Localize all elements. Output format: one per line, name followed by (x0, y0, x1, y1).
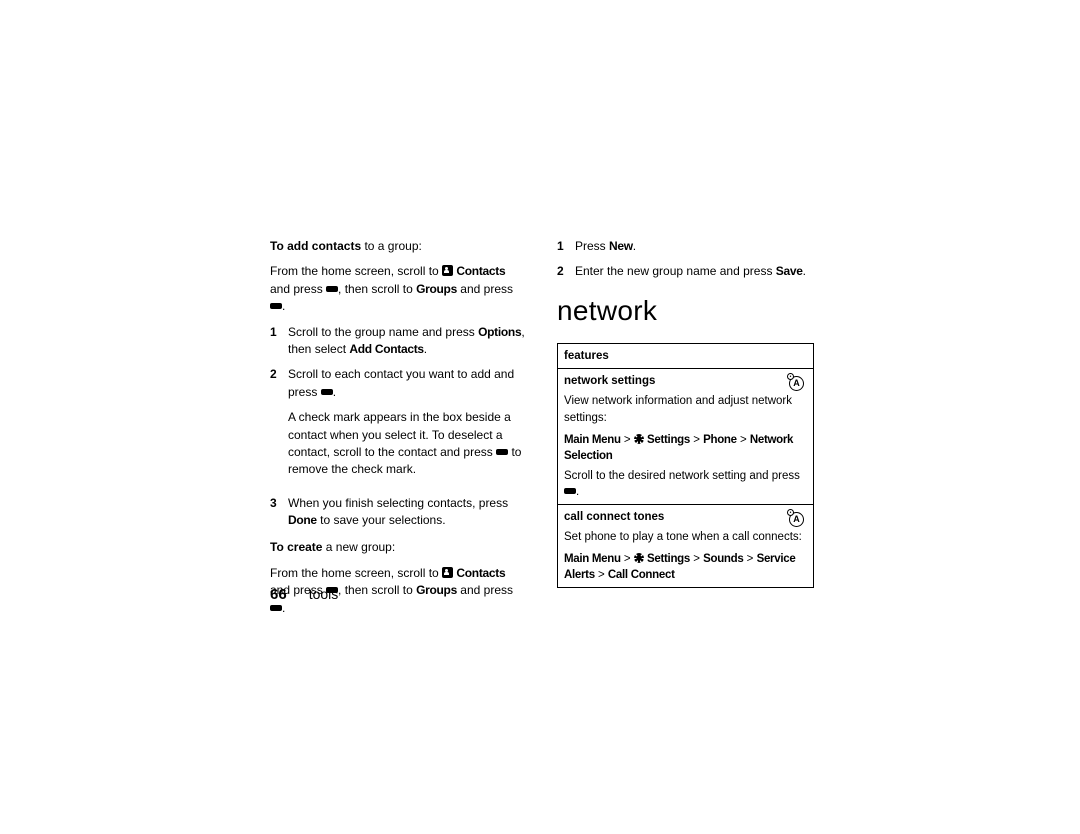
row-title: network settings (564, 373, 655, 389)
operator-icon: A• (787, 373, 807, 393)
section-heading-network: network (557, 291, 814, 332)
left-column: To add contacts to a group: From the hom… (270, 238, 527, 625)
list-item: 3 When you finish selecting contacts, pr… (270, 495, 527, 530)
table-row: network settings A• View network informa… (558, 369, 814, 505)
right-column: 1 Press New. 2 Enter the new group name … (557, 238, 814, 625)
gear-icon (634, 434, 644, 444)
operator-icon: A• (787, 509, 807, 529)
list-item: 2 Scroll to each contact you want to add… (270, 366, 527, 486)
row-instruction: Scroll to the desired network setting an… (564, 468, 807, 500)
add-steps-list: 1 Scroll to the group name and press Opt… (270, 324, 527, 530)
step-note: A check mark appears in the box beside a… (288, 409, 527, 479)
bold-text: To add contacts (270, 239, 361, 253)
page-footer: 66 tools (270, 586, 338, 603)
contacts-icon (442, 265, 453, 276)
add-contacts-intro: To add contacts to a group: (270, 238, 527, 255)
list-item: 2 Enter the new group name and press Sav… (557, 263, 814, 280)
row-path: Main Menu > Settings > Phone > Network S… (564, 432, 807, 464)
key-icon (270, 605, 282, 611)
key-icon (321, 389, 333, 395)
row-title: call connect tones (564, 509, 664, 525)
footer-section-label: tools (309, 586, 339, 602)
key-icon (496, 449, 508, 455)
features-table: features network settings A• View networ… (557, 343, 814, 588)
create-intro: To create a new group: (270, 539, 527, 556)
list-item: 1 Press New. (557, 238, 814, 255)
manual-page: To add contacts to a group: From the hom… (270, 238, 815, 625)
key-icon (564, 488, 576, 494)
add-contacts-nav: From the home screen, scroll to Contacts… (270, 263, 527, 315)
key-icon (270, 303, 282, 309)
gear-icon (634, 553, 644, 563)
two-column-layout: To add contacts to a group: From the hom… (270, 238, 815, 625)
table-header-features: features (558, 344, 814, 369)
contacts-icon (442, 567, 453, 578)
row-desc: Set phone to play a tone when a call con… (564, 529, 807, 545)
key-icon (326, 286, 338, 292)
page-number: 66 (270, 586, 287, 603)
create-steps-list: 1 Press New. 2 Enter the new group name … (557, 238, 814, 281)
row-desc: View network information and adjust netw… (564, 393, 807, 425)
list-item: 1 Scroll to the group name and press Opt… (270, 324, 527, 359)
row-path: Main Menu > Settings > Sounds > Service … (564, 551, 807, 583)
table-row: call connect tones A• Set phone to play … (558, 505, 814, 588)
